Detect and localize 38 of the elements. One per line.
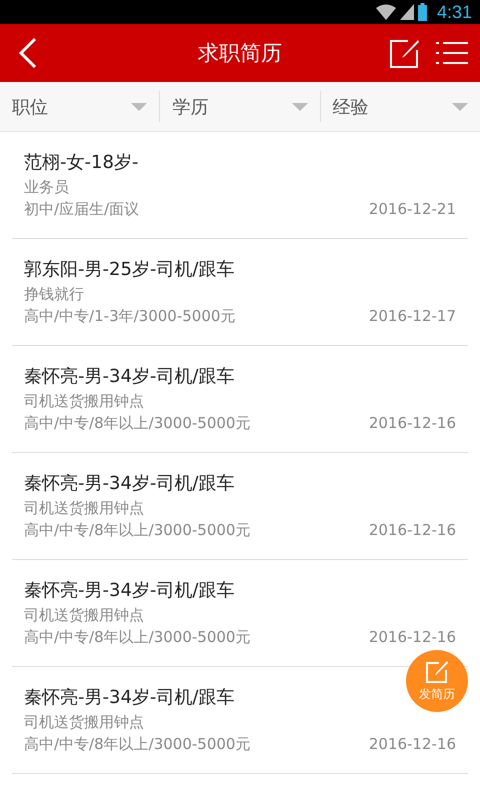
resume-details: 初中/应届生/面议 [24, 199, 140, 220]
resume-details: 高中/中专/1-3年/3000-5000元 [24, 306, 236, 327]
dropdown-arrow-icon [131, 102, 148, 110]
resume-details: 高中/中专/8年以上/3000-5000元 [24, 627, 250, 648]
wifi-icon [376, 4, 396, 20]
edit-icon[interactable] [390, 38, 420, 68]
resume-position: 挣钱就行 [24, 284, 84, 305]
dropdown-arrow-icon [452, 102, 468, 110]
resume-date: 2016-12-16 [368, 413, 456, 434]
filter-dropdown[interactable]: 学历 [160, 91, 321, 122]
resume-position: 业务员 [24, 177, 69, 198]
resume-date: 2016-12-17 [368, 306, 456, 327]
resume-position: 司机送货搬用钟点 [24, 498, 144, 519]
resume-title[interactable]: 秦怀亮-男-34岁-司机/跟车 [24, 471, 234, 497]
filter-dropdown[interactable]: 经验 [320, 91, 480, 122]
edit-icon [425, 660, 449, 684]
resume-title[interactable]: 秦怀亮-男-34岁-司机/跟车 [24, 685, 234, 711]
resume-details: 高中/中专/8年以上/3000-5000元 [24, 520, 250, 541]
resume-title[interactable]: 秦怀亮-男-34岁-司机/跟车 [24, 578, 234, 604]
filter-dropdown[interactable]: 职位 [0, 91, 160, 122]
resume-title[interactable]: 郭东阳-男-25岁-司机/跟车 [24, 257, 234, 283]
menu-icon[interactable] [436, 41, 468, 65]
resume-position: 司机送货搬用钟点 [24, 605, 144, 626]
dropdown-arrow-icon [292, 102, 308, 110]
resume-title[interactable]: 秦怀亮-男-34岁-司机/跟车 [24, 364, 234, 390]
resume-details: 高中/中专/8年以上/3000-5000元 [24, 413, 250, 434]
resume-date: 2016-12-16 [368, 627, 456, 648]
resume-title[interactable]: 范栩-女-18岁- [24, 150, 138, 176]
resume-date: 2016-12-16 [368, 734, 456, 755]
battery-icon [418, 3, 427, 21]
signal-icon [400, 4, 414, 20]
resume-position: 司机送货搬用钟点 [24, 391, 144, 412]
resume-position: 司机送货搬用钟点 [24, 712, 144, 733]
clock-time: 4:31 [436, 2, 472, 22]
resume-date: 2016-12-16 [368, 520, 456, 541]
page-title: 求职简历 [198, 41, 282, 65]
resume-details: 高中/中专/8年以上/3000-5000元 [24, 734, 250, 755]
resume-date: 2016-12-21 [368, 199, 456, 220]
